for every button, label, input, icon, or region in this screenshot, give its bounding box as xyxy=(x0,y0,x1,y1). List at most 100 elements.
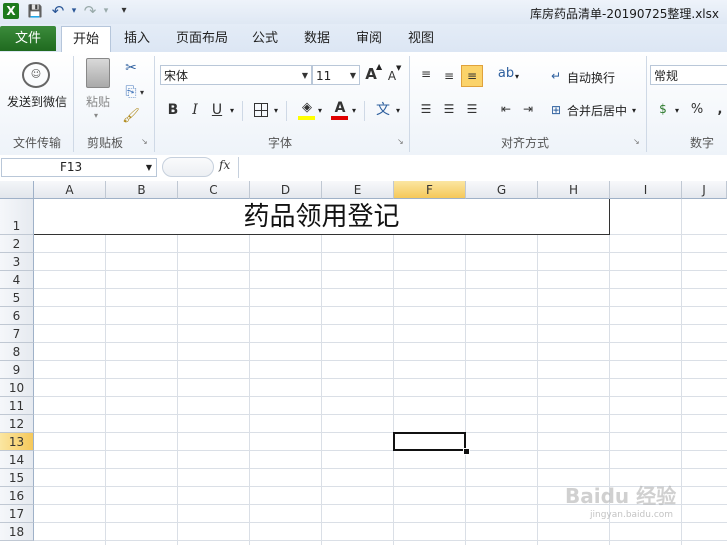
font-color-button[interactable]: A xyxy=(332,98,348,118)
row-header-14[interactable]: 14 xyxy=(0,451,34,469)
number-format-select[interactable]: 常规 xyxy=(650,65,727,85)
redo-dropdown-icon[interactable]: ▾ xyxy=(98,3,114,19)
row-header-17[interactable]: 17 xyxy=(0,505,34,523)
gridline-horizontal xyxy=(34,450,727,451)
row-header-8[interactable]: 8 xyxy=(0,343,34,361)
undo-icon[interactable]: ↶ xyxy=(50,3,66,19)
undo-dropdown-icon[interactable]: ▾ xyxy=(66,3,82,19)
underline-button[interactable]: U xyxy=(208,100,226,120)
orientation-icon[interactable]: ab xyxy=(496,64,516,84)
gridline-horizontal xyxy=(34,288,727,289)
row-header-4[interactable]: 4 xyxy=(0,271,34,289)
increase-indent-icon[interactable]: ⇥ xyxy=(518,99,538,119)
comma-style-button[interactable]: , xyxy=(714,100,726,120)
row-header-7[interactable]: 7 xyxy=(0,325,34,343)
column-header-i[interactable]: I xyxy=(610,181,682,199)
row-header-11[interactable]: 11 xyxy=(0,397,34,415)
merge-center-button[interactable]: 合并后居中 xyxy=(567,102,627,119)
merge-center-icon[interactable]: ⊞ xyxy=(548,100,564,120)
column-header-e[interactable]: E xyxy=(322,181,394,199)
align-left-icon[interactable]: ☰ xyxy=(416,99,436,119)
merged-title-cell[interactable]: 药品领用登记 xyxy=(34,199,610,235)
clipboard-launcher-icon[interactable]: ↘ xyxy=(141,137,148,146)
fill-color-icon[interactable]: ◈ xyxy=(298,98,316,118)
row-header-18[interactable]: 18 xyxy=(0,523,34,541)
wrap-text-button[interactable]: 自动换行 xyxy=(567,69,615,86)
row-header-12[interactable]: 12 xyxy=(0,415,34,433)
name-box[interactable]: F13 ▼ xyxy=(1,158,157,177)
copy-icon[interactable]: ⎘ xyxy=(122,82,140,102)
save-icon[interactable]: 💾 xyxy=(27,3,43,19)
percent-style-button[interactable]: % xyxy=(688,100,706,120)
row-header-2[interactable]: 2 xyxy=(0,235,34,253)
row-header-9[interactable]: 9 xyxy=(0,361,34,379)
alignment-launcher-icon[interactable]: ↘ xyxy=(633,137,640,146)
accounting-dropdown-icon[interactable]: ▾ xyxy=(675,106,679,115)
phonetic-dropdown-icon[interactable]: ▾ xyxy=(396,106,400,115)
row-header-5[interactable]: 5 xyxy=(0,289,34,307)
redo-icon[interactable]: ↷ xyxy=(82,3,98,19)
font-launcher-icon[interactable]: ↘ xyxy=(397,137,404,146)
fill-color-dropdown-icon[interactable]: ▾ xyxy=(318,106,322,115)
column-header-b[interactable]: B xyxy=(106,181,178,199)
tab-formulas[interactable]: 公式 xyxy=(247,26,283,51)
align-right-icon[interactable]: ☰ xyxy=(462,99,482,119)
row-header-16[interactable]: 16 xyxy=(0,487,34,505)
paste-button[interactable]: 粘贴 xyxy=(82,93,114,110)
formula-input[interactable] xyxy=(238,157,727,178)
orientation-dropdown-icon[interactable]: ▾ xyxy=(515,72,519,81)
font-name-select[interactable]: 宋体 ▼ xyxy=(160,65,312,85)
column-header-c[interactable]: C xyxy=(178,181,250,199)
group-label-alignment: 对齐方式 xyxy=(500,136,549,150)
tab-file[interactable]: 文件 xyxy=(0,26,56,51)
active-cell-selection[interactable] xyxy=(393,432,466,451)
underline-dropdown-icon[interactable]: ▾ xyxy=(230,106,234,115)
row-header-15[interactable]: 15 xyxy=(0,469,34,487)
paste-icon[interactable] xyxy=(86,58,110,88)
send-to-wechat-button[interactable]: 发送到微信 xyxy=(4,93,70,110)
tab-insert[interactable]: 插入 xyxy=(118,26,156,51)
italic-button[interactable]: I xyxy=(186,100,204,120)
row-header-13[interactable]: 13 xyxy=(0,433,34,451)
fill-handle[interactable] xyxy=(463,448,470,455)
phonetic-guide-button[interactable]: 文 xyxy=(374,100,392,120)
row-header-1[interactable]: 1 xyxy=(0,199,34,235)
wrap-text-icon[interactable]: ↵ xyxy=(548,66,564,86)
row-header-3[interactable]: 3 xyxy=(0,253,34,271)
font-size-select[interactable]: 11 ▼ xyxy=(312,65,360,85)
align-middle-icon[interactable]: ≡ xyxy=(439,66,459,86)
tab-view[interactable]: 视图 xyxy=(402,26,440,51)
excel-app-icon[interactable]: X xyxy=(3,3,19,19)
bold-button[interactable]: B xyxy=(164,100,182,120)
formula-bar-grip[interactable] xyxy=(162,157,214,177)
column-header-j[interactable]: J xyxy=(682,181,727,199)
merge-center-dropdown-icon[interactable]: ▾ xyxy=(632,106,636,115)
select-all-button[interactable] xyxy=(0,181,34,199)
tab-review[interactable]: 审阅 xyxy=(350,26,388,51)
paste-dropdown-icon[interactable]: ▾ xyxy=(94,111,98,120)
copy-dropdown-icon[interactable]: ▾ xyxy=(140,88,144,97)
font-color-dropdown-icon[interactable]: ▾ xyxy=(352,106,356,115)
align-top-icon[interactable]: ≡ xyxy=(416,64,436,84)
format-painter-icon[interactable]: 🖌 xyxy=(122,106,140,126)
wechat-send-icon[interactable]: ☺ xyxy=(22,62,50,88)
align-bottom-icon[interactable]: ≡ xyxy=(461,65,483,87)
cut-icon[interactable]: ✂ xyxy=(122,58,140,78)
borders-dropdown-icon[interactable]: ▾ xyxy=(274,106,278,115)
accounting-format-icon[interactable]: $ xyxy=(654,99,672,119)
tab-data[interactable]: 数据 xyxy=(298,26,336,51)
row-header-10[interactable]: 10 xyxy=(0,379,34,397)
insert-function-button[interactable]: fx xyxy=(219,158,235,172)
column-header-g[interactable]: G xyxy=(466,181,538,199)
column-header-d[interactable]: D xyxy=(250,181,322,199)
decrease-indent-icon[interactable]: ⇤ xyxy=(496,99,516,119)
tab-home[interactable]: 开始 xyxy=(61,26,111,53)
column-header-f[interactable]: F xyxy=(394,181,466,199)
tab-page-layout[interactable]: 页面布局 xyxy=(170,26,234,51)
column-header-h[interactable]: H xyxy=(538,181,610,199)
customize-quick-access-icon[interactable]: ▾ xyxy=(116,3,132,19)
column-header-a[interactable]: A xyxy=(34,181,106,199)
borders-icon[interactable] xyxy=(254,103,268,117)
row-header-6[interactable]: 6 xyxy=(0,307,34,325)
align-center-icon[interactable]: ☰ xyxy=(439,99,459,119)
